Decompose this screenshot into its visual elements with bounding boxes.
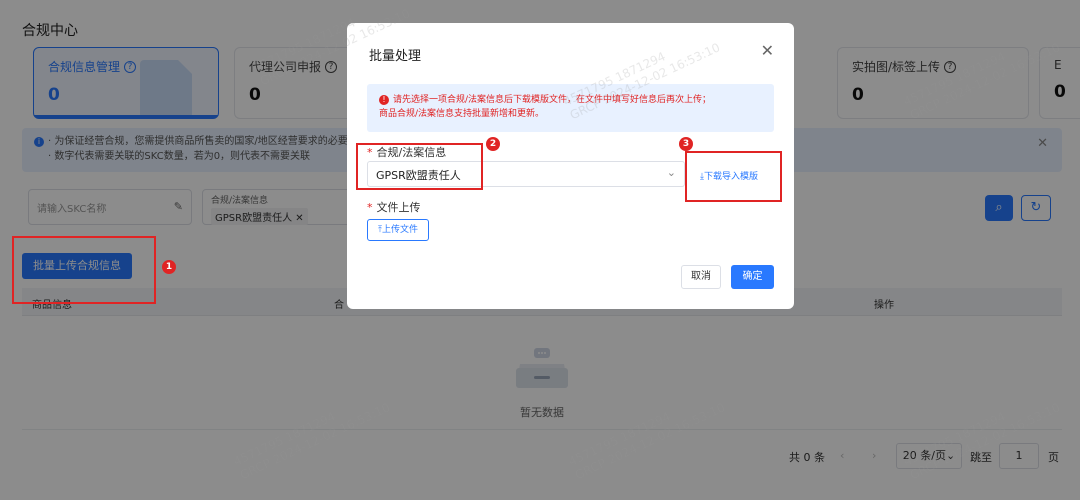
warning-line-1: 请先选择一项合规/法案信息后下载模版文件，在文件中填写好信息后再次上传； [393,95,712,105]
annotation-box-3 [685,151,782,202]
annotation-badge-1: 1 [162,260,176,274]
annotation-box-2 [356,143,483,190]
cancel-button[interactable]: 取消 [681,265,721,289]
warning-icon: ! [379,95,389,105]
annotation-badge-2: 2 [486,137,500,151]
field-label: * 文件上传 [367,201,421,214]
confirm-button[interactable]: 确定 [731,265,774,289]
annotation-box-1 [12,236,156,304]
batch-process-dialog: 批量处理 ✕ ! 请先选择一项合规/法案信息后下载模版文件，在文件中填写好信息后再… [347,23,794,309]
upload-file-button[interactable]: ⤒上传文件 [367,219,429,241]
chevron-down-icon: ⌄ [666,166,676,179]
warning-line-2: 商品合规/法案信息支持批量新增和更新。 [379,109,545,119]
dialog-title: 批量处理 [369,49,422,64]
annotation-badge-3: 3 [679,137,693,151]
close-icon[interactable]: ✕ [761,41,774,60]
